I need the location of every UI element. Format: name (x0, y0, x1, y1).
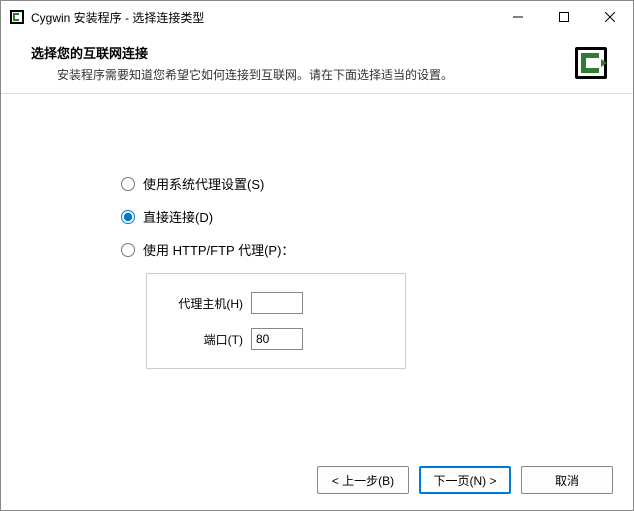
close-button[interactable] (587, 1, 633, 33)
next-button[interactable]: 下一页(N) > (419, 466, 511, 494)
radio-http-proxy[interactable]: 使用 HTTP/FTP 代理(P)： (121, 240, 593, 259)
proxy-port-input[interactable] (251, 328, 303, 350)
proxy-host-row: 代理主机(H) (163, 292, 389, 314)
window-title: Cygwin 安装程序 - 选择连接类型 (31, 9, 495, 26)
header-text: 选择您的互联网连接 安装程序需要知道您希望它如何连接到互联网。请在下面选择适当的… (21, 41, 573, 83)
content-area: 使用系统代理设置(S) 直接连接(D) 使用 HTTP/FTP 代理(P)： 代… (1, 94, 633, 454)
minimize-icon (513, 12, 523, 22)
radio-system-proxy-input[interactable] (121, 177, 135, 191)
radio-http-proxy-label: 使用 HTTP/FTP 代理(P)： (143, 240, 294, 259)
page-subtitle: 安装程序需要知道您希望它如何连接到互联网。请在下面选择适当的设置。 (57, 66, 573, 83)
cygwin-logo-icon (573, 45, 609, 81)
back-button[interactable]: < 上一步(B) (317, 466, 409, 494)
window-controls (495, 1, 633, 33)
close-icon (605, 12, 615, 22)
proxy-host-input[interactable] (251, 292, 303, 314)
proxy-settings-box: 代理主机(H) 端口(T) (146, 273, 406, 369)
app-icon (9, 9, 25, 25)
maximize-icon (559, 12, 569, 22)
installer-window: Cygwin 安装程序 - 选择连接类型 选择您的互联网连接 安装程序需要知道您… (0, 0, 634, 511)
connection-radio-group: 使用系统代理设置(S) 直接连接(D) 使用 HTTP/FTP 代理(P)： (121, 174, 593, 259)
radio-direct-label: 直接连接(D) (143, 207, 213, 226)
minimize-button[interactable] (495, 1, 541, 33)
wizard-footer: < 上一步(B) 下一页(N) > 取消 (1, 454, 633, 510)
radio-http-proxy-input[interactable] (121, 243, 135, 257)
proxy-host-label: 代理主机(H) (163, 295, 243, 312)
maximize-button[interactable] (541, 1, 587, 33)
wizard-header: 选择您的互联网连接 安装程序需要知道您希望它如何连接到互联网。请在下面选择适当的… (1, 33, 633, 94)
page-title: 选择您的互联网连接 (31, 43, 573, 62)
radio-direct-input[interactable] (121, 210, 135, 224)
titlebar: Cygwin 安装程序 - 选择连接类型 (1, 1, 633, 33)
radio-system-proxy[interactable]: 使用系统代理设置(S) (121, 174, 593, 193)
proxy-port-label: 端口(T) (163, 331, 243, 348)
cancel-button[interactable]: 取消 (521, 466, 613, 494)
radio-system-proxy-label: 使用系统代理设置(S) (143, 174, 264, 193)
radio-direct[interactable]: 直接连接(D) (121, 207, 593, 226)
proxy-port-row: 端口(T) (163, 328, 389, 350)
